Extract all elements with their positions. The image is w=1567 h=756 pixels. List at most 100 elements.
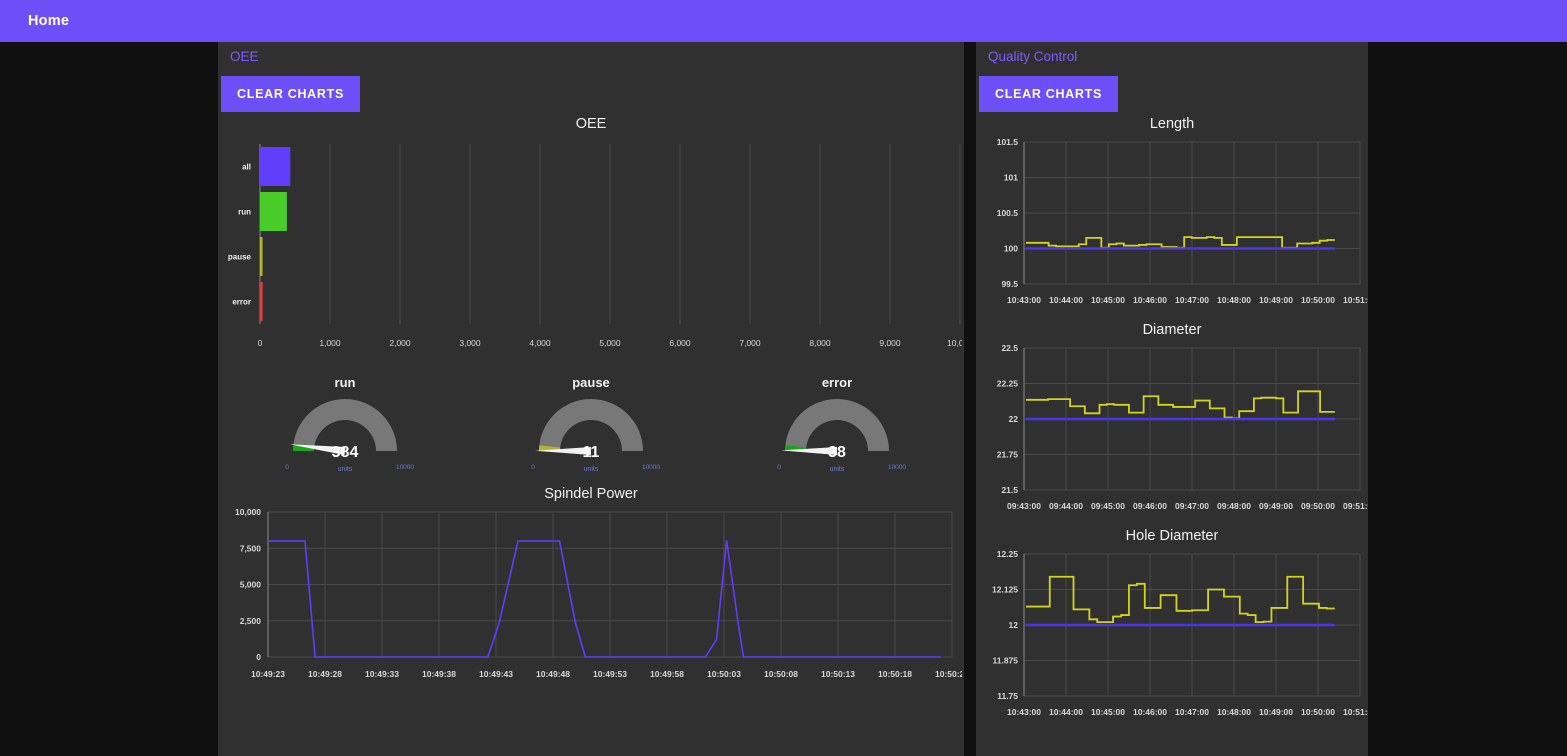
svg-text:384: 384	[332, 444, 359, 461]
svg-text:10:45:00: 10:45:00	[1091, 707, 1125, 717]
svg-text:11.75: 11.75	[997, 691, 1018, 701]
bar-run[interactable]	[260, 192, 287, 231]
spindel-power-chart-title: Spindel Power	[222, 486, 960, 502]
clear-charts-button-qc[interactable]: CLEAR CHARTS	[979, 76, 1118, 112]
svg-text:09:51:00: 09:51:00	[1343, 501, 1368, 511]
svg-text:9,000: 9,000	[879, 338, 901, 348]
svg-text:10:44:00: 10:44:00	[1049, 295, 1083, 305]
svg-text:12.25: 12.25	[997, 549, 1019, 559]
svg-text:10,000: 10,000	[235, 507, 261, 517]
svg-text:10:49:53: 10:49:53	[593, 669, 627, 679]
svg-text:8,000: 8,000	[809, 338, 831, 348]
svg-text:10:50:00: 10:50:00	[1301, 295, 1335, 305]
spindel-power-chart[interactable]: 02,5005,0007,50010,00010:49:2310:49:2810…	[222, 502, 962, 692]
svg-text:22.25: 22.25	[997, 379, 1019, 389]
svg-text:10:49:38: 10:49:38	[422, 669, 456, 679]
svg-text:10:51:00: 10:51:00	[1343, 295, 1368, 305]
svg-text:09:49:00: 09:49:00	[1259, 501, 1293, 511]
svg-text:pause: pause	[228, 253, 252, 262]
svg-text:09:47:00: 09:47:00	[1175, 501, 1209, 511]
svg-text:10:43:00: 10:43:00	[1007, 295, 1041, 305]
svg-text:2,500: 2,500	[240, 616, 262, 626]
svg-text:10:49:33: 10:49:33	[365, 669, 399, 679]
svg-text:run: run	[335, 375, 356, 390]
svg-text:10:43:00: 10:43:00	[1007, 707, 1041, 717]
svg-text:99.5: 99.5	[1001, 279, 1018, 289]
svg-text:10:47:00: 10:47:00	[1175, 707, 1209, 717]
svg-text:10:49:43: 10:49:43	[479, 669, 513, 679]
svg-text:2,000: 2,000	[389, 338, 411, 348]
svg-text:12: 12	[1009, 620, 1019, 630]
svg-text:10:51:00: 10:51:00	[1343, 707, 1368, 717]
svg-text:10:50:08: 10:50:08	[764, 669, 798, 679]
spindel-power-series-line	[268, 540, 941, 657]
svg-text:101: 101	[1004, 173, 1018, 183]
svg-text:10:44:00: 10:44:00	[1049, 707, 1083, 717]
panel-quality-control: Quality Control CLEAR CHARTS Length 99.5…	[976, 42, 1368, 756]
hole-diameter-chart[interactable]: 11.7511.8751212.12512.2510:43:0010:44:00…	[980, 544, 1368, 730]
svg-text:10:49:00: 10:49:00	[1259, 707, 1293, 717]
panel-oee: OEE CLEAR CHARTS OEE 01,0002,0003,0004,0…	[218, 42, 964, 756]
length-series-line	[1026, 237, 1335, 248]
svg-text:0: 0	[285, 464, 289, 471]
svg-text:6,000: 6,000	[669, 338, 691, 348]
diameter-chart[interactable]: 21.521.752222.2522.509:43:0009:44:0009:4…	[980, 338, 1368, 524]
diameter-chart-title: Diameter	[980, 322, 1364, 338]
svg-text:10000: 10000	[396, 464, 414, 471]
svg-text:0: 0	[531, 464, 535, 471]
svg-text:09:48:00: 09:48:00	[1217, 501, 1251, 511]
hole-diameter-chart-title: Hole Diameter	[980, 528, 1364, 544]
oee-bar-chart-title: OEE	[222, 116, 960, 132]
oee-bar-chart[interactable]: 01,0002,0003,0004,0005,0006,0007,0008,00…	[222, 132, 962, 357]
svg-text:09:46:00: 09:46:00	[1133, 501, 1167, 511]
panel-oee-title: OEE	[218, 42, 964, 64]
nav-link-home[interactable]: Home	[28, 13, 69, 29]
clear-charts-button-oee[interactable]: CLEAR CHARTS	[221, 76, 360, 112]
panel-qc-body: Length 99.5100100.5101101.510:43:0010:44…	[976, 116, 1368, 730]
top-navigation-bar: Home	[0, 0, 1567, 42]
length-chart-title: Length	[980, 116, 1364, 132]
svg-text:10:45:00: 10:45:00	[1091, 295, 1125, 305]
svg-text:10:49:58: 10:49:58	[650, 669, 684, 679]
length-chart[interactable]: 99.5100100.5101101.510:43:0010:44:0010:4…	[980, 132, 1368, 318]
bar-pause[interactable]	[260, 237, 263, 276]
hole-diameter-series-line	[1026, 577, 1335, 622]
svg-text:10:50:00: 10:50:00	[1301, 707, 1335, 717]
gauge-pause[interactable]: pause11units010000	[496, 371, 686, 476]
svg-text:10:47:00: 10:47:00	[1175, 295, 1209, 305]
svg-text:11: 11	[583, 444, 600, 461]
svg-text:units: units	[584, 466, 599, 473]
svg-text:09:44:00: 09:44:00	[1049, 501, 1083, 511]
svg-text:10:46:00: 10:46:00	[1133, 707, 1167, 717]
svg-text:10,000: 10,000	[947, 338, 962, 348]
svg-text:10:49:00: 10:49:00	[1259, 295, 1293, 305]
svg-text:error: error	[822, 375, 852, 390]
svg-text:100.5: 100.5	[997, 208, 1019, 218]
panel-qc-title: Quality Control	[976, 42, 1368, 64]
svg-text:21.5: 21.5	[1001, 485, 1018, 495]
svg-text:1,000: 1,000	[319, 338, 341, 348]
svg-text:7,500: 7,500	[240, 543, 262, 553]
svg-text:22: 22	[1009, 414, 1019, 424]
panel-oee-body: OEE 01,0002,0003,0004,0005,0006,0007,000…	[218, 116, 964, 692]
bar-error[interactable]	[260, 282, 263, 321]
dashboard-stage: OEE CLEAR CHARTS OEE 01,0002,0003,0004,0…	[0, 42, 1567, 756]
svg-text:22.5: 22.5	[1001, 343, 1018, 353]
svg-text:38: 38	[828, 444, 846, 461]
svg-text:10:50:03: 10:50:03	[707, 669, 741, 679]
bar-all[interactable]	[260, 147, 290, 186]
svg-text:10000: 10000	[888, 464, 906, 471]
gauge-run[interactable]: run384units010000	[250, 371, 440, 476]
svg-text:09:43:00: 09:43:00	[1007, 501, 1041, 511]
svg-text:10000: 10000	[642, 464, 660, 471]
svg-text:10:46:00: 10:46:00	[1133, 295, 1167, 305]
svg-text:7,000: 7,000	[739, 338, 761, 348]
svg-text:error: error	[232, 298, 251, 307]
svg-text:0: 0	[256, 652, 261, 662]
svg-text:10:48:00: 10:48:00	[1217, 707, 1251, 717]
svg-text:10:50:18: 10:50:18	[878, 669, 912, 679]
svg-text:run: run	[238, 208, 251, 217]
svg-text:10:49:48: 10:49:48	[536, 669, 570, 679]
svg-text:101.5: 101.5	[997, 137, 1019, 147]
gauge-error[interactable]: error38units010000	[742, 371, 932, 476]
